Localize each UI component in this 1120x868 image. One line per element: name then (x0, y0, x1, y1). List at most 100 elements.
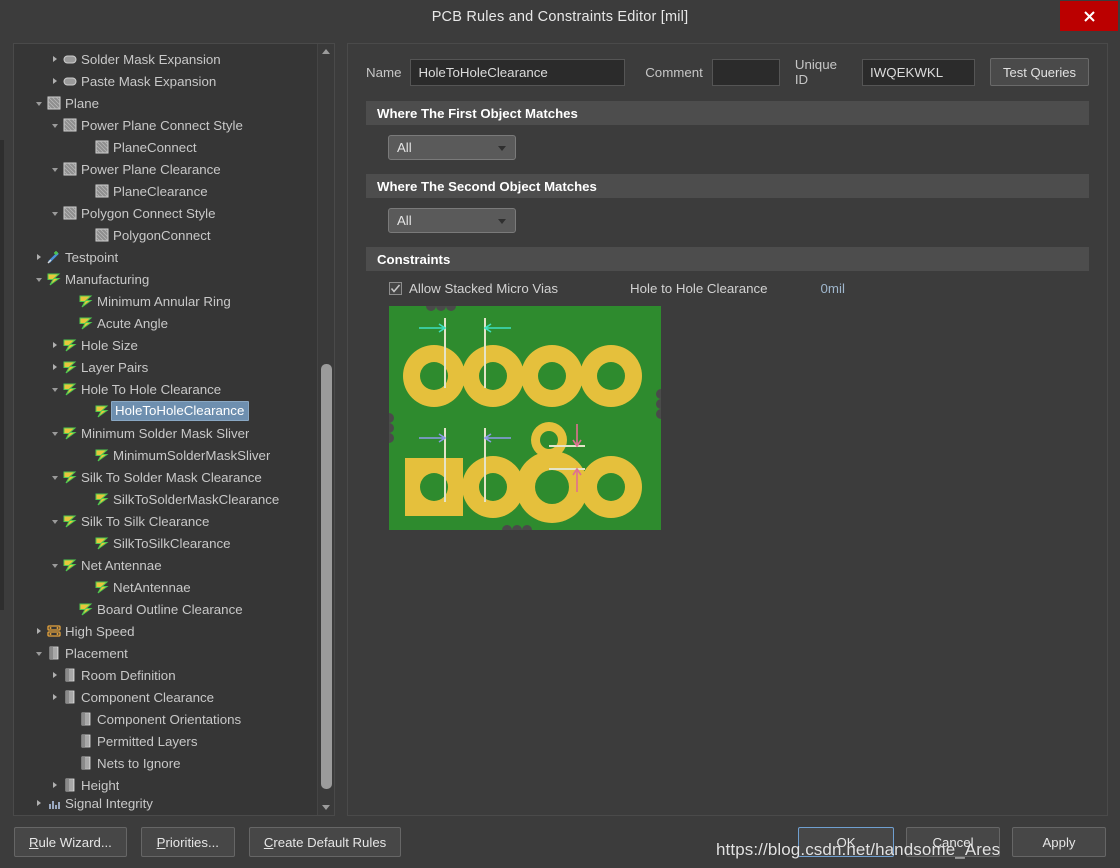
tree-item-silktosoldermaskclearance[interactable]: SilkToSolderMaskClearance (14, 488, 317, 510)
tree-item-signal-integrity[interactable]: Signal Integrity (14, 796, 317, 811)
tree-item-planeclearance[interactable]: PlaneClearance (14, 180, 317, 202)
create-default-rules-label: reate Default Rules (273, 834, 387, 850)
close-button[interactable] (1060, 1, 1118, 31)
expand-collapsed-icon[interactable] (48, 342, 62, 348)
rules-tree[interactable]: Solder Mask Expansion Paste Mask Expansio… (14, 44, 317, 815)
name-label: Name (366, 64, 402, 80)
tree-item-testpoint[interactable]: Testpoint (14, 246, 317, 268)
expand-collapsed-icon[interactable] (32, 628, 46, 634)
manufacturing-icon (62, 513, 78, 529)
create-default-rules-button[interactable]: Create Default Rules (248, 827, 402, 857)
mask-oval-icon (62, 73, 78, 89)
cancel-button[interactable]: Cancel (906, 827, 1000, 857)
expand-collapsed-icon[interactable] (48, 672, 62, 678)
tree-item-hole-to-hole-clearance[interactable]: Hole To Hole Clearance (14, 378, 317, 400)
tree-item-solder-mask-expansion[interactable]: Solder Mask Expansion (14, 48, 317, 70)
tree-item-minimum-annular-ring[interactable]: Minimum Annular Ring (14, 290, 317, 312)
tree-item-component-orientations[interactable]: Component Orientations (14, 708, 317, 730)
tree-item-silktosilkclearance[interactable]: SilkToSilkClearance (14, 532, 317, 554)
expand-expanded-icon[interactable] (32, 650, 46, 656)
expand-collapsed-icon[interactable] (48, 364, 62, 370)
expand-expanded-icon[interactable] (48, 166, 62, 172)
hole-to-hole-clearance-value[interactable]: 0mil (821, 281, 845, 296)
apply-button[interactable]: Apply (1012, 827, 1106, 857)
first-object-scope-select[interactable]: All (388, 135, 516, 160)
tree-item-paste-mask-expansion[interactable]: Paste Mask Expansion (14, 70, 317, 92)
high-speed-icon (47, 625, 61, 637)
window-edge-strip (0, 140, 4, 610)
expand-expanded-icon[interactable] (48, 430, 62, 436)
expand-collapsed-icon[interactable] (32, 800, 46, 806)
expand-expanded-icon[interactable] (48, 386, 62, 392)
comment-input[interactable] (711, 58, 780, 86)
tree-item-label: Board Outline Clearance (97, 601, 243, 617)
scroll-up-button[interactable] (318, 44, 334, 59)
tree-item-polygonconnect[interactable]: PolygonConnect (14, 224, 317, 246)
expand-collapsed-icon[interactable] (48, 782, 62, 788)
manufacturing-icon (62, 425, 78, 441)
tree-scrollbar[interactable] (317, 44, 334, 815)
tree-item-layer-pairs[interactable]: Layer Pairs (14, 356, 317, 378)
tree-item-plane[interactable]: Plane (14, 92, 317, 114)
expand-expanded-icon[interactable] (48, 562, 62, 568)
unique-id-input[interactable] (862, 58, 976, 86)
tree-item-board-outline-clearance[interactable]: Board Outline Clearance (14, 598, 317, 620)
tree-item-netantennae[interactable]: NetAntennae (14, 576, 317, 598)
tree-item-permitted-layers[interactable]: Permitted Layers (14, 730, 317, 752)
second-object-scope-select[interactable]: All (388, 208, 516, 233)
tree-item-polygon-connect-style[interactable]: Polygon Connect Style (14, 202, 317, 224)
tree-item-component-clearance[interactable]: Component Clearance (14, 686, 317, 708)
test-queries-button[interactable]: Test Queries (990, 58, 1089, 86)
tree-item-minimumsoldermasksliver[interactable]: MinimumSolderMaskSliver (14, 444, 317, 466)
tree-item-planeconnect[interactable]: PlaneConnect (14, 136, 317, 158)
tree-item-manufacturing[interactable]: Manufacturing (14, 268, 317, 290)
expand-expanded-icon[interactable] (48, 518, 62, 524)
tree-item-placement[interactable]: Placement (14, 642, 317, 664)
mnemonic: C (263, 834, 274, 850)
priorities-label: riorities... (165, 834, 219, 850)
name-input[interactable] (410, 58, 626, 86)
expand-collapsed-icon[interactable] (32, 254, 46, 260)
expand-collapsed-icon[interactable] (48, 56, 62, 62)
tree-item-acute-angle[interactable]: Acute Angle (14, 312, 317, 334)
manufacturing-icon (47, 273, 61, 286)
manufacturing-icon (95, 537, 109, 550)
rule-wizard-button[interactable]: Rule Wizard... (14, 827, 127, 857)
manufacturing-icon (63, 559, 77, 572)
manufacturing-icon (78, 601, 94, 617)
placement-icon (46, 645, 62, 661)
priorities-button[interactable]: Priorities... (140, 827, 235, 857)
expand-expanded-icon[interactable] (32, 100, 46, 106)
manufacturing-icon (79, 295, 93, 308)
expand-expanded-icon[interactable] (48, 210, 62, 216)
tree-item-minimum-solder-mask-sliver[interactable]: Minimum Solder Mask Sliver (14, 422, 317, 444)
tree-item-label: Room Definition (81, 667, 176, 683)
allow-stacked-micro-vias-checkbox[interactable] (389, 282, 402, 295)
scroll-down-button[interactable] (318, 800, 334, 815)
tree-item-height[interactable]: Height (14, 774, 317, 796)
tree-item-net-antennae[interactable]: Net Antennae (14, 554, 317, 576)
tree-item-holetoholeclearance[interactable]: HoleToHoleClearance (14, 400, 317, 422)
expand-expanded-icon[interactable] (48, 474, 62, 480)
scrollbar-thumb[interactable] (321, 364, 332, 789)
tree-item-room-definition[interactable]: Room Definition (14, 664, 317, 686)
tree-item-silk-to-solder-mask-clearance[interactable]: Silk To Solder Mask Clearance (14, 466, 317, 488)
tree-item-label: Polygon Connect Style (81, 205, 216, 221)
plane-icon (95, 228, 109, 242)
constraints-section-header: Constraints (366, 247, 1089, 271)
tree-item-power-plane-clearance[interactable]: Power Plane Clearance (14, 158, 317, 180)
expand-collapsed-icon[interactable] (48, 694, 62, 700)
close-icon (1083, 10, 1095, 22)
tree-item-power-plane-connect-style[interactable]: Power Plane Connect Style (14, 114, 317, 136)
expand-collapsed-icon[interactable] (48, 78, 62, 84)
expand-expanded-icon[interactable] (48, 122, 62, 128)
pcb-clearance-preview (389, 306, 661, 530)
chevron-right-icon (53, 694, 57, 700)
comment-label: Comment (645, 64, 703, 80)
tree-item-nets-to-ignore[interactable]: Nets to Ignore (14, 752, 317, 774)
expand-expanded-icon[interactable] (32, 276, 46, 282)
tree-item-silk-to-silk-clearance[interactable]: Silk To Silk Clearance (14, 510, 317, 532)
ok-button[interactable]: OK (798, 827, 894, 857)
tree-item-high-speed[interactable]: High Speed (14, 620, 317, 642)
tree-item-hole-size[interactable]: Hole Size (14, 334, 317, 356)
